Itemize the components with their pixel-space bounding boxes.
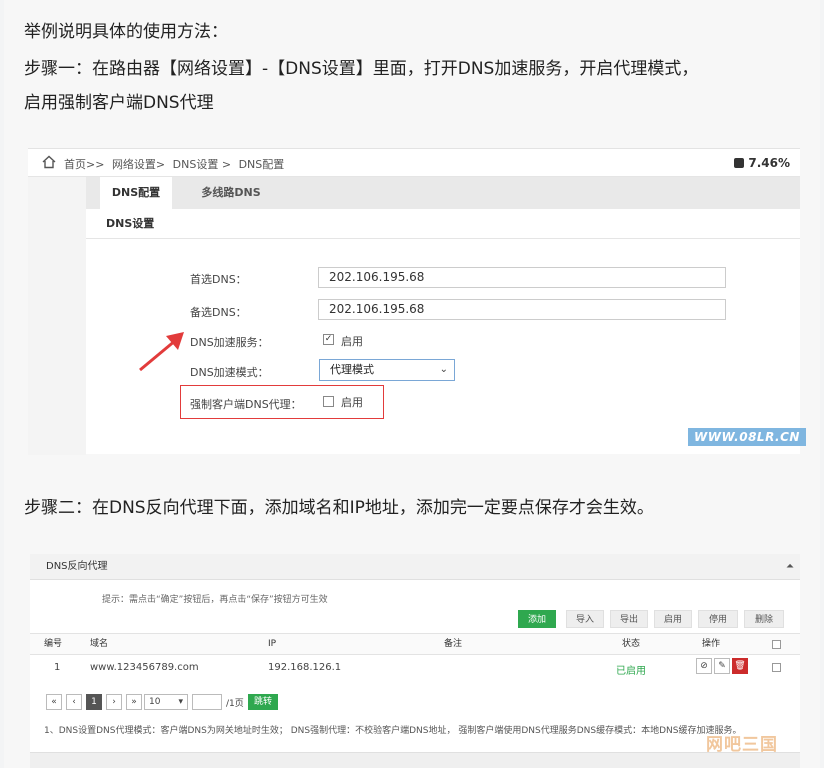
force-dns-label: 强制客户端DNS代理： <box>190 398 302 411</box>
page-jump-input[interactable] <box>192 694 222 710</box>
home-icon[interactable] <box>42 155 56 169</box>
column-status: 状态 <box>622 639 641 649</box>
select-all-checkbox[interactable] <box>772 640 781 649</box>
tab-dns-config[interactable]: DNS配置 <box>100 177 172 209</box>
row-ip: 192.168.126.1 <box>268 662 342 673</box>
row-status: 已启用 <box>616 666 646 677</box>
next-page-button[interactable]: › <box>106 694 122 710</box>
row-no: 1 <box>54 662 61 673</box>
prev-page-button[interactable]: ‹ <box>66 694 82 710</box>
collapse-icon[interactable]: ⏶ <box>786 554 794 580</box>
red-arrow-icon <box>139 332 184 372</box>
page-total: /1页 <box>226 699 244 709</box>
breadcrumb-dns[interactable]: DNS设置 > <box>173 158 231 171</box>
first-page-button[interactable]: « <box>46 694 62 710</box>
force-dns-checkbox[interactable] <box>323 396 334 407</box>
column-ip: IP <box>268 639 277 649</box>
tab-multiline-dns[interactable]: 多线路DNS <box>186 177 276 209</box>
intro-text: 举例说明具体的使用方法： <box>24 22 228 42</box>
jump-button[interactable]: 跳转 <box>248 694 278 710</box>
add-button[interactable]: 添加 <box>518 610 556 628</box>
cpu-usage: 7.46% <box>734 156 790 170</box>
primary-dns-label: 首选DNS： <box>190 273 247 286</box>
dns-mode-value: 代理模式 <box>330 363 374 376</box>
disable-button[interactable]: 停用 <box>698 610 738 628</box>
column-no: 编号 <box>44 639 63 649</box>
column-actions: 操作 <box>702 639 721 649</box>
dns-accel-checkbox[interactable]: ✓ <box>323 334 334 345</box>
page-size-value: 10 <box>149 697 161 707</box>
edit-icon[interactable]: ✎ <box>714 658 730 674</box>
dns-accel-enable-label: 启用 <box>341 335 363 348</box>
chevron-down-icon: ▾ <box>178 697 183 707</box>
breadcrumb: 首页>> 网络设置> DNS设置 > DNS配置 7.46% <box>28 149 800 177</box>
column-domain: 域名 <box>90 639 109 649</box>
table-header: 编号 域名 IP 备注 状态 操作 <box>30 633 800 655</box>
row-checkbox[interactable] <box>772 663 781 672</box>
cpu-value: 7.46% <box>748 156 790 170</box>
current-page[interactable]: 1 <box>86 694 102 710</box>
last-page-button[interactable]: » <box>126 694 142 710</box>
secondary-dns-label: 备选DNS： <box>190 306 247 319</box>
row-domain: www.123456789.com <box>90 662 199 673</box>
import-button[interactable]: 导入 <box>566 610 604 628</box>
force-dns-enable-label: 启用 <box>341 396 363 409</box>
panel-header: DNS反向代理 ⏶ <box>30 554 800 580</box>
column-note: 备注 <box>444 639 463 649</box>
page-size-select[interactable]: 10 ▾ <box>144 694 188 710</box>
step1-text: 步骤一：在路由器【网络设置】-【DNS设置】里面，打开DNS加速服务，开启代理模… <box>24 59 699 79</box>
step2-text: 步骤二：在DNS反向代理下面，添加域名和IP地址，添加完一定要点保存才会生效。 <box>24 498 654 518</box>
delete-button[interactable]: 删除 <box>744 610 784 628</box>
export-button[interactable]: 导出 <box>610 610 648 628</box>
secondary-dns-input[interactable]: 202.106.195.68 <box>318 299 726 320</box>
bottom-strip <box>30 752 800 768</box>
step1-text-cont: 启用强制客户端DNS代理 <box>24 93 214 113</box>
cpu-icon <box>734 158 745 168</box>
chevron-down-icon: ⌄ <box>439 364 448 375</box>
watermark-text: WWW.08LR.CN <box>688 428 806 446</box>
dns-accel-label: DNS加速服务： <box>190 336 269 349</box>
trash-icon[interactable]: 🗑 <box>732 658 748 674</box>
footnote-text: 1、DNS设置DNS代理模式：客户端DNS为网关地址时生效； DNS强制代理：不… <box>44 726 742 736</box>
sidebar-strip <box>28 177 86 455</box>
primary-dns-input[interactable]: 202.106.195.68 <box>318 267 726 288</box>
dns-mode-select[interactable]: 代理模式 ⌄ <box>319 359 455 381</box>
tip-text: 提示：需点击“确定”按钮后，再点击“保存”按钮方可生效 <box>102 595 328 605</box>
breadcrumb-home[interactable]: 首页>> <box>64 158 104 171</box>
tab-bar: DNS配置 多线路DNS <box>86 177 800 209</box>
section-title: DNS设置 <box>86 209 800 239</box>
breadcrumb-network[interactable]: 网络设置> <box>112 158 165 171</box>
breadcrumb-current: DNS配置 <box>238 158 285 171</box>
dns-mode-label: DNS加速模式： <box>190 366 269 379</box>
enable-button[interactable]: 启用 <box>654 610 692 628</box>
disable-icon[interactable]: ⊘ <box>696 658 712 674</box>
panel-title: DNS反向代理 <box>46 561 108 572</box>
